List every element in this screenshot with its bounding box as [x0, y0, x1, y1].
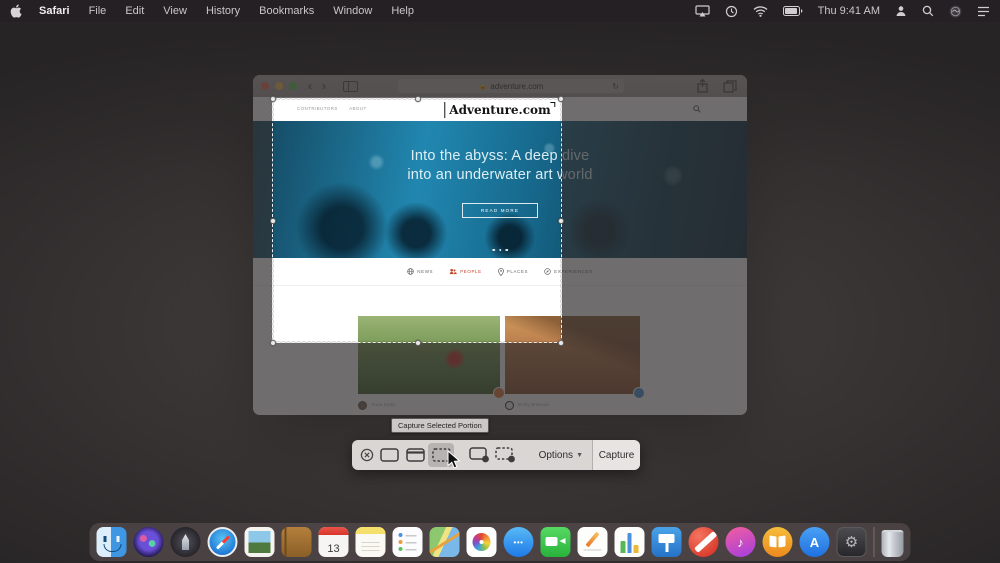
author-name: Anna Sodin — [371, 403, 396, 408]
menu-item-help[interactable]: Help — [391, 5, 414, 17]
chevron-down-icon: ▼ — [576, 451, 583, 459]
dock-keynote-icon[interactable] — [651, 527, 682, 557]
dock-reminders-icon[interactable] — [392, 527, 423, 557]
mouse-cursor — [447, 450, 461, 469]
dock-calendar-icon[interactable]: 13 — [318, 527, 349, 557]
dock-maps-icon[interactable] — [429, 527, 460, 557]
minimize-window-button[interactable] — [275, 82, 283, 90]
screen-mirroring-icon[interactable] — [695, 5, 710, 17]
zoom-window-button[interactable] — [289, 82, 297, 90]
selection-handle[interactable] — [270, 218, 276, 224]
back-icon[interactable]: ‹ — [308, 80, 312, 92]
avatar — [358, 401, 367, 410]
dock-news-icon[interactable] — [688, 527, 719, 557]
category-badge — [633, 387, 645, 399]
screenshot-toolbar: Options ▼ Capture — [352, 440, 640, 470]
dock-separator — [873, 527, 875, 557]
dock-messages-icon[interactable]: ••• — [503, 527, 534, 557]
dock-trash-icon[interactable] — [881, 529, 904, 557]
url-text: adventure.com — [490, 81, 544, 91]
menu-bar: Safari File Edit View History Bookmarks … — [0, 0, 1000, 22]
dock-pages-icon[interactable] — [577, 527, 608, 557]
dock-system-preferences-icon[interactable]: ⚙ — [836, 527, 867, 557]
share-icon[interactable] — [696, 79, 709, 93]
dock-books-icon[interactable] — [762, 527, 793, 557]
dock-finder-icon[interactable] — [96, 527, 127, 557]
dock-appstore-icon[interactable]: A — [799, 527, 830, 557]
time-machine-icon[interactable] — [725, 5, 738, 18]
record-entire-screen-button[interactable] — [466, 443, 492, 467]
menu-item-window[interactable]: Window — [333, 5, 372, 17]
apple-menu-icon[interactable] — [10, 4, 22, 18]
dock-siri-icon[interactable] — [133, 527, 164, 557]
selection-handle[interactable] — [415, 96, 421, 102]
dock-contacts-icon[interactable] — [281, 527, 312, 557]
dock-preview-icon[interactable] — [244, 527, 275, 557]
avatar — [505, 401, 514, 410]
menu-item-view[interactable]: View — [163, 5, 187, 17]
reload-icon[interactable]: ↻ — [612, 82, 619, 91]
safari-toolbar: ‹ › 🔒 adventure.com ↻ — [253, 75, 747, 97]
menu-item-safari[interactable]: Safari — [39, 5, 70, 17]
desktop: ‹ › 🔒 adventure.com ↻ CONTRIBUTORS ABOUT… — [0, 0, 1000, 563]
menu-item-file[interactable]: File — [89, 5, 107, 17]
menu-item-bookmarks[interactable]: Bookmarks — [259, 5, 314, 17]
selection-handle[interactable] — [558, 96, 564, 102]
tooltip: Capture Selected Portion — [391, 418, 489, 433]
sidebar-icon[interactable] — [343, 80, 358, 92]
spotlight-search-icon[interactable] — [922, 5, 934, 17]
selection-handle[interactable] — [270, 340, 276, 346]
selection-handle[interactable] — [558, 340, 564, 346]
wifi-icon[interactable] — [753, 5, 768, 17]
tabs-icon[interactable] — [723, 79, 737, 93]
options-button[interactable]: Options ▼ — [530, 440, 592, 470]
siri-menu-icon[interactable] — [949, 5, 962, 18]
capture-entire-screen-button[interactable] — [376, 443, 402, 467]
capture-selection-region[interactable] — [270, 96, 564, 346]
battery-icon[interactable] — [782, 6, 803, 16]
menu-bar-clock[interactable]: Thu 9:41 AM — [818, 5, 880, 17]
author-name: Emily Brennan — [518, 403, 550, 408]
menu-item-history[interactable]: History — [206, 5, 240, 17]
dock-safari-icon[interactable] — [207, 527, 238, 557]
user-icon[interactable] — [895, 5, 907, 17]
selection-handle[interactable] — [270, 96, 276, 102]
search-icon[interactable] — [693, 105, 701, 113]
category-badge — [493, 387, 505, 399]
dock: 13 ••• ♪ A ⚙ — [89, 523, 911, 561]
dock-photos-icon[interactable] — [466, 527, 497, 557]
address-bar[interactable]: 🔒 adventure.com ↻ — [398, 79, 624, 93]
menu-item-edit[interactable]: Edit — [125, 5, 144, 17]
dock-numbers-icon[interactable] — [614, 527, 645, 557]
forward-icon[interactable]: › — [322, 80, 326, 92]
dock-notes-icon[interactable] — [355, 527, 386, 557]
close-window-button[interactable] — [261, 82, 269, 90]
lock-icon: 🔒 — [478, 83, 488, 90]
close-toolbar-icon[interactable] — [360, 448, 374, 462]
capture-selected-window-button[interactable] — [402, 443, 428, 467]
selection-handle[interactable] — [415, 340, 421, 346]
dock-itunes-icon[interactable]: ♪ — [725, 527, 756, 557]
record-selected-portion-button[interactable] — [492, 443, 518, 467]
dock-facetime-icon[interactable] — [540, 527, 571, 557]
notification-center-icon[interactable] — [977, 6, 990, 17]
selection-handle[interactable] — [558, 218, 564, 224]
capture-button[interactable]: Capture — [592, 440, 640, 470]
dock-launchpad-icon[interactable] — [170, 527, 201, 557]
